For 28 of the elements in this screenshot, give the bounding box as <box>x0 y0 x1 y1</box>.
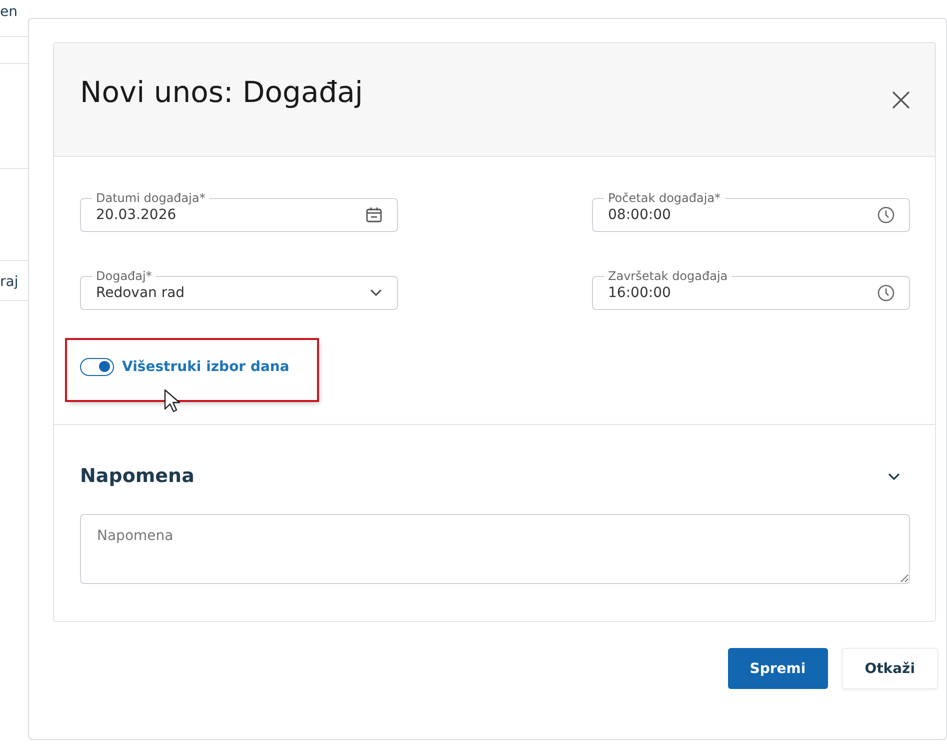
field-value: 08:00:00 <box>608 206 672 222</box>
section-title: Napomena <box>80 465 194 487</box>
field-value: 16:00:00 <box>608 284 672 300</box>
event-dropdown[interactable]: Događaj* Redovan rad <box>80 270 398 310</box>
field-label: Datumi događaja* <box>95 192 206 204</box>
field-value: 20.03.2026 <box>96 206 178 222</box>
close-icon[interactable] <box>891 90 911 110</box>
calendar-icon[interactable] <box>365 206 383 224</box>
toggle-switch[interactable] <box>80 358 114 376</box>
toggle-label[interactable]: Višestruki izbor dana <box>122 359 290 375</box>
cursor-icon <box>164 389 180 413</box>
background-text: en <box>0 4 18 20</box>
date-field[interactable]: Datumi događaja* 20.03.2026 <box>80 192 398 232</box>
save-button[interactable]: Spremi <box>728 648 828 689</box>
time-field[interactable]: Završetak događaja 16:00:00 <box>592 270 910 310</box>
dialog-title: Novi unos: Događaj <box>80 74 363 108</box>
field-value: Redovan rad <box>96 284 186 300</box>
field-label: Početak događaja* <box>607 192 722 204</box>
field-label: Događaj* <box>95 270 153 282</box>
clock-icon[interactable] <box>877 284 895 302</box>
time-field[interactable]: Početak događaja* 08:00:00 <box>592 192 910 232</box>
cancel-button[interactable]: Otkaži <box>842 648 938 689</box>
chevron-down-icon[interactable] <box>369 288 383 297</box>
chevron-icon[interactable] <box>887 472 901 480</box>
background-text: raj <box>0 274 20 290</box>
note-field[interactable]: Napomena <box>80 514 910 584</box>
field-label: Završetak događaja <box>607 270 729 282</box>
clock-icon[interactable] <box>877 206 895 224</box>
